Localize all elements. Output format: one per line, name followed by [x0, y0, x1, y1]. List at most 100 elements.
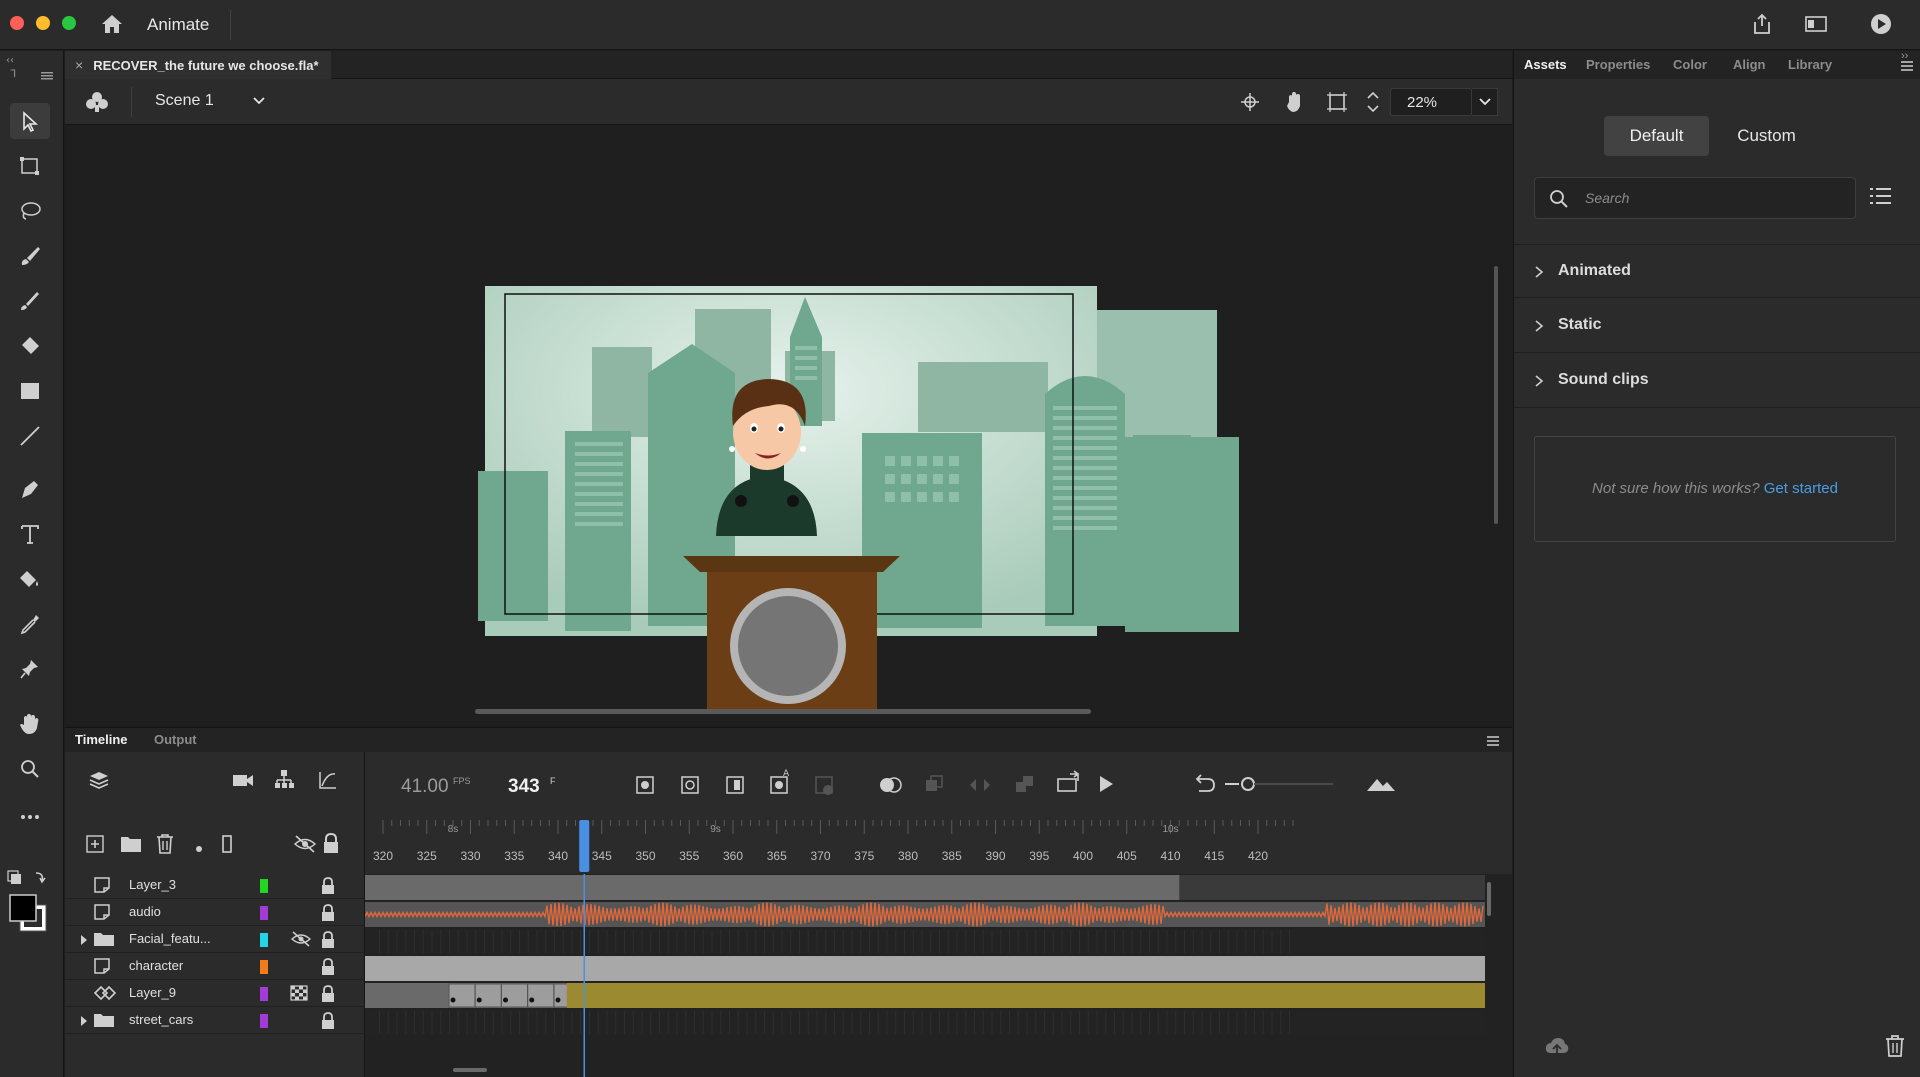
current-frame-value[interactable]: 343: [508, 776, 540, 798]
lock-icon[interactable]: [320, 877, 336, 898]
auto-keyframe-icon[interactable]: A: [765, 766, 795, 800]
layer-row[interactable]: Layer_3: [65, 872, 365, 899]
chevron-down-icon[interactable]: [251, 93, 267, 112]
brush-tool[interactable]: [10, 283, 50, 319]
search-field[interactable]: Search: [1534, 177, 1856, 219]
text-tool[interactable]: [10, 516, 50, 552]
stage[interactable]: [65, 126, 1512, 726]
insert-blank-keyframe-icon[interactable]: [676, 770, 706, 800]
stage-horizontal-scrollbar[interactable]: [475, 709, 1091, 714]
layer-name[interactable]: character: [129, 958, 183, 973]
loop-icon[interactable]: [1053, 769, 1083, 799]
more-tools-button[interactable]: [10, 799, 50, 835]
tab-assets[interactable]: Assets: [1524, 57, 1567, 72]
layer-name[interactable]: Facial_featu...: [129, 931, 211, 946]
layer-row[interactable]: audio: [65, 899, 365, 926]
lock-icon[interactable]: [320, 931, 336, 952]
mountains-icon[interactable]: [1365, 769, 1397, 799]
tab-library[interactable]: Library: [1788, 57, 1832, 72]
rotate-tool-icon[interactable]: [1283, 91, 1305, 116]
layer-row[interactable]: Facial_featu...: [65, 926, 365, 953]
expand-panel-icon[interactable]: ››: [1901, 50, 1908, 62]
timeline-vertical-scrollbar[interactable]: [1487, 882, 1491, 916]
panel-menu-icon[interactable]: [1485, 734, 1501, 750]
graph-editor-icon[interactable]: [317, 769, 339, 794]
color-swatches[interactable]: [6, 869, 56, 939]
layer-name[interactable]: audio: [129, 904, 161, 919]
collapse-icon[interactable]: ‹‹ ᒣ: [4, 53, 64, 83]
upload-cloud-icon[interactable]: [1544, 1036, 1570, 1061]
paint-bucket-tool[interactable]: [10, 561, 50, 597]
layer-row[interactable]: street_cars: [65, 1007, 365, 1034]
layer-row[interactable]: character: [65, 953, 365, 980]
layer-color-swatch[interactable]: [260, 933, 268, 947]
insert-keyframe-icon[interactable]: [631, 770, 661, 800]
undo-icon[interactable]: [1190, 769, 1220, 799]
parenting-icon[interactable]: [273, 768, 295, 793]
lock-icon[interactable]: [320, 904, 336, 925]
eraser-tool[interactable]: [10, 328, 50, 364]
zoom-stepper-icon[interactable]: [1366, 89, 1380, 118]
test-movie-icon[interactable]: [1869, 12, 1893, 39]
share-icon[interactable]: [1751, 12, 1773, 39]
close-window-button[interactable]: [10, 16, 24, 30]
free-transform-tool[interactable]: [10, 148, 50, 184]
paint-brush-tool[interactable]: [10, 238, 50, 274]
rectangle-tool[interactable]: [10, 373, 50, 409]
lasso-tool[interactable]: [10, 193, 50, 229]
layer-name[interactable]: street_cars: [129, 1012, 193, 1027]
layer-row[interactable]: Layer_9: [65, 980, 365, 1007]
tab-color[interactable]: Color: [1673, 57, 1707, 72]
center-stage-icon[interactable]: [1240, 92, 1260, 115]
trash-icon[interactable]: [1884, 1034, 1906, 1061]
hide-all-icon[interactable]: [293, 834, 317, 857]
clip-content-icon[interactable]: [1326, 91, 1348, 116]
layer-color-swatch[interactable]: [260, 906, 268, 920]
home-icon[interactable]: [100, 13, 124, 38]
pin-tool[interactable]: [10, 651, 50, 687]
frame-ruler[interactable]: 320 325 330 335 340 345 350 355 360 365 370 375 380 3…: [365, 820, 1512, 874]
layer-color-swatch[interactable]: [260, 1014, 268, 1028]
lock-icon[interactable]: [320, 1012, 336, 1033]
selection-tool[interactable]: [10, 103, 50, 139]
workspace-icon[interactable]: [1804, 14, 1828, 37]
frames-area[interactable]: 320 325 330 335 340 345 350 355 360 365 370 375 380 3…: [365, 820, 1512, 1077]
section-static[interactable]: Static: [1514, 299, 1920, 353]
scene-icon[interactable]: [85, 91, 109, 116]
tab-output[interactable]: Output: [154, 732, 197, 747]
delete-layer-icon[interactable]: [155, 833, 175, 858]
new-folder-icon[interactable]: [119, 834, 143, 857]
layers-icon[interactable]: [88, 770, 110, 795]
stage-vertical-scrollbar[interactable]: [1494, 266, 1498, 524]
layer-name[interactable]: Layer_3: [129, 877, 176, 892]
search-input[interactable]: Search: [1585, 190, 1629, 206]
highlight-dot-icon[interactable]: [195, 840, 203, 856]
section-animated[interactable]: Animated: [1514, 244, 1920, 298]
custom-assets-button[interactable]: Custom: [1714, 116, 1819, 156]
list-view-icon[interactable]: [1870, 186, 1892, 209]
default-assets-button[interactable]: Default: [1604, 116, 1709, 156]
maximize-window-button[interactable]: [62, 16, 76, 30]
zoom-tool[interactable]: [10, 751, 50, 787]
scene-name[interactable]: Scene 1: [155, 92, 214, 110]
tab-align[interactable]: Align: [1733, 57, 1766, 72]
timeline-horizontal-scrollbar[interactable]: [453, 1068, 487, 1072]
outline-icon[interactable]: [220, 834, 234, 857]
fps-value[interactable]: 41.00: [401, 776, 449, 798]
eyedropper-tool[interactable]: [10, 606, 50, 642]
lock-icon[interactable]: [320, 958, 336, 979]
layer-name[interactable]: Layer_9: [129, 985, 176, 1000]
play-icon[interactable]: [1091, 769, 1121, 799]
layer-color-swatch[interactable]: [260, 960, 268, 974]
checker-icon[interactable]: [290, 985, 308, 1004]
lock-icon[interactable]: [320, 985, 336, 1006]
layer-color-swatch[interactable]: [260, 879, 268, 893]
zoom-input[interactable]: 22%: [1390, 88, 1472, 116]
tab-properties[interactable]: Properties: [1586, 57, 1650, 72]
insert-frame-icon[interactable]: [721, 770, 751, 800]
frame-width-slider[interactable]: [1223, 769, 1343, 799]
pen-tool[interactable]: [10, 471, 50, 507]
line-tool[interactable]: [10, 418, 50, 454]
frame-tracks[interactable]: [365, 874, 1512, 1077]
camera-icon[interactable]: [231, 770, 255, 793]
